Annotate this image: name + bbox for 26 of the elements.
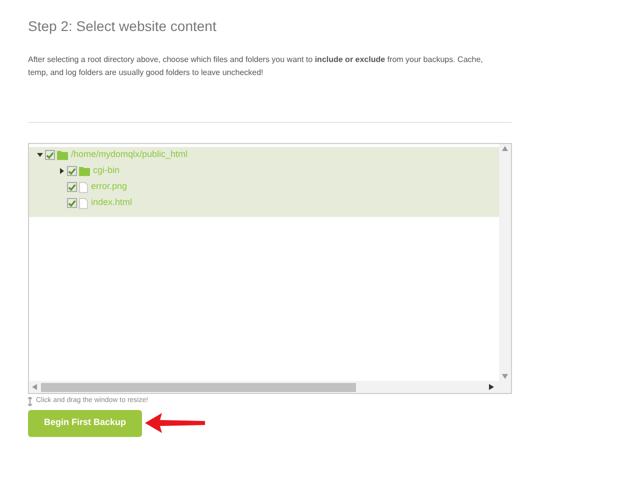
tree-item-label[interactable]: error.png — [91, 180, 128, 194]
scroll-left-icon[interactable] — [32, 384, 37, 390]
begin-backup-button[interactable]: Begin First Backup — [28, 410, 142, 436]
checkbox[interactable] — [67, 166, 77, 176]
file-icon — [79, 182, 88, 192]
intro-text: After selecting a root directory above, choose which files and folders you want to include or exclude from your backups. Cache, temp, and log folders are usually good folders to leave unchecked! — [28, 54, 484, 79]
file-icon — [79, 198, 88, 208]
collapse-caret-icon[interactable] — [37, 152, 43, 158]
checkbox[interactable] — [67, 182, 77, 192]
step-heading: Step 2: Select website content — [28, 17, 218, 36]
vertical-scrollbar[interactable] — [499, 144, 511, 381]
checkbox[interactable] — [45, 150, 55, 160]
resize-icon — [28, 396, 32, 406]
scroll-up-icon[interactable] — [502, 146, 508, 151]
expand-caret-icon[interactable] — [59, 168, 65, 174]
checkbox[interactable] — [67, 198, 77, 208]
tree-item-label[interactable]: index.html — [91, 196, 132, 210]
horizontal-scrollbar[interactable] — [29, 381, 511, 393]
scroll-down-icon[interactable] — [502, 374, 508, 379]
tree-item-label[interactable]: /home/mydomqlx/public_html — [71, 148, 188, 162]
tree-item-label[interactable]: cgi-bin — [93, 164, 120, 178]
pointer-arrow — [144, 412, 206, 434]
scroll-thumb[interactable] — [41, 382, 356, 392]
folder-icon — [57, 150, 68, 160]
scroll-right-icon[interactable] — [489, 384, 494, 390]
folder-icon — [79, 166, 90, 176]
